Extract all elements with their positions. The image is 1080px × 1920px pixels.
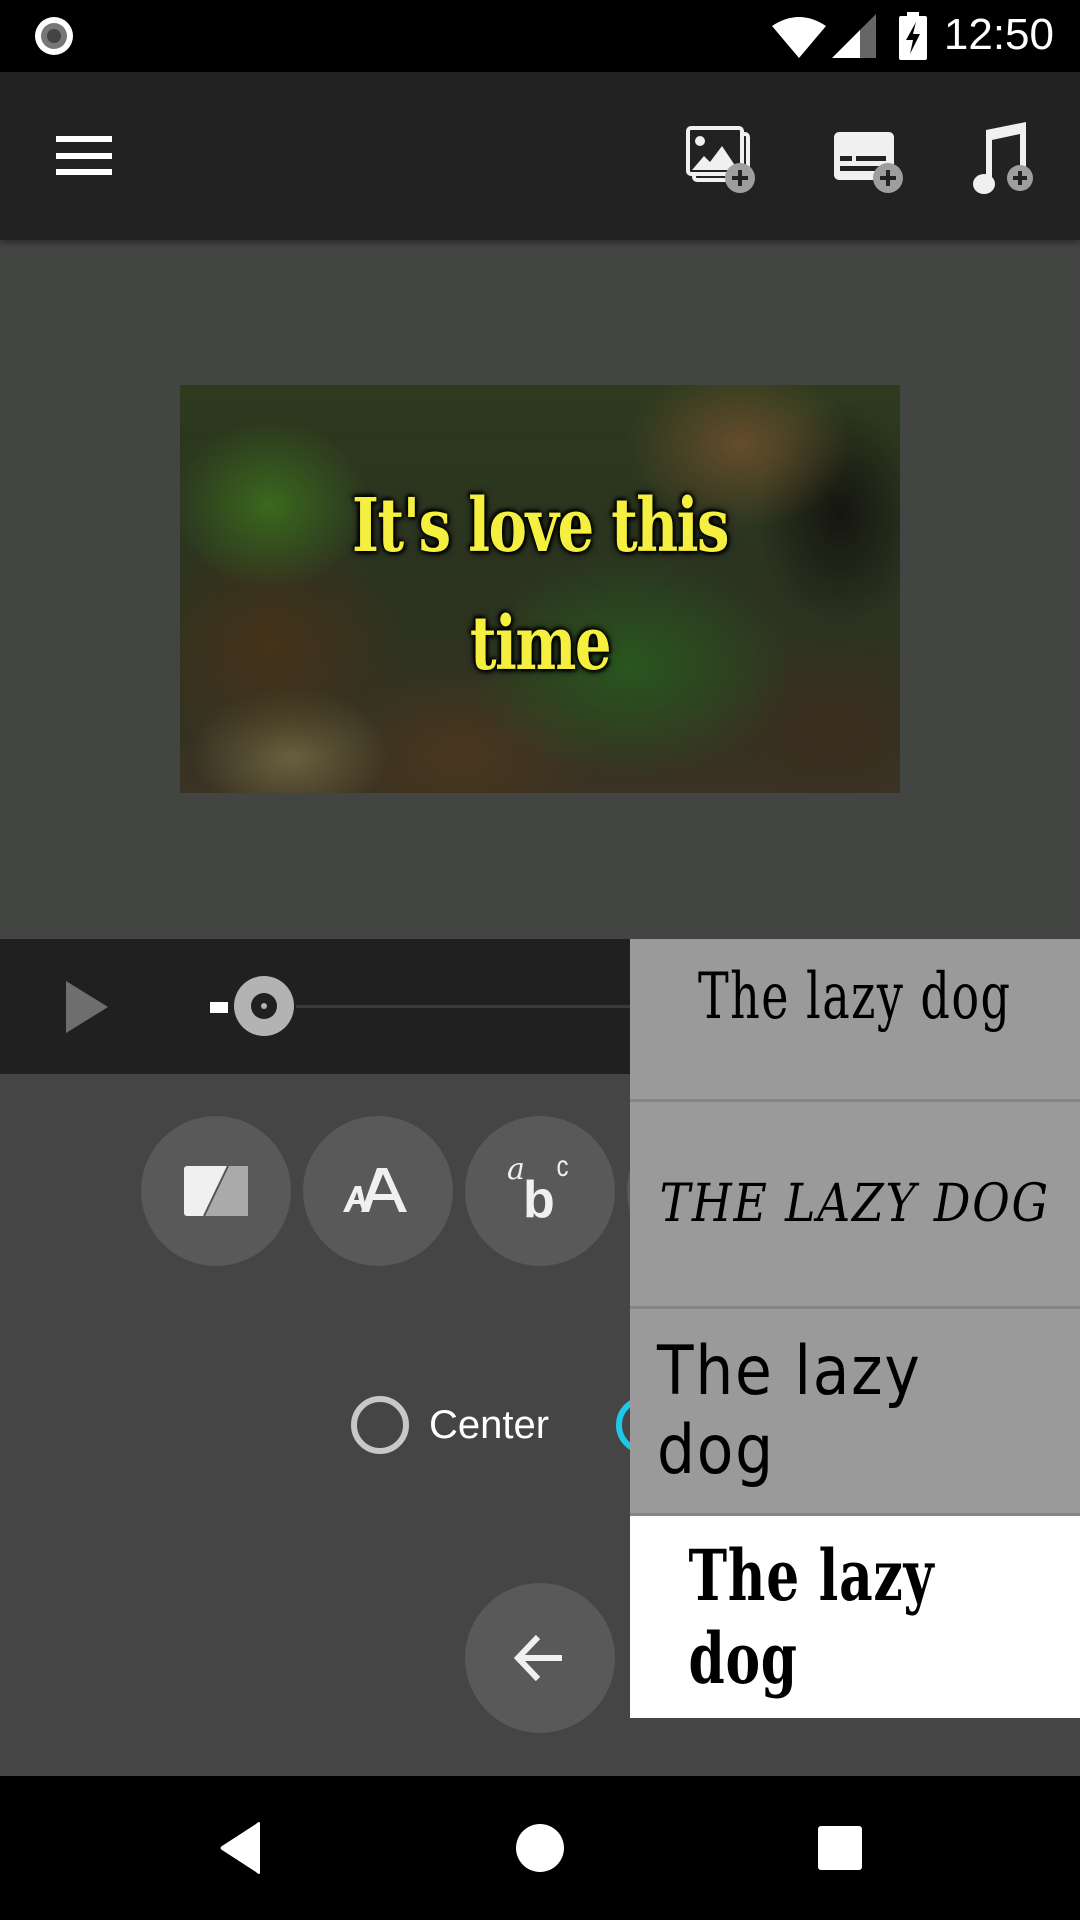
color-split-icon: [184, 1166, 248, 1216]
radio-label-center: Center: [429, 1402, 550, 1447]
font-sample: THE LAZY DOG: [659, 1174, 1051, 1234]
text-size-button[interactable]: [303, 1116, 453, 1266]
font-option-4-selected[interactable]: The lazy dog: [630, 1516, 1080, 1718]
font-sample: The lazy dog: [688, 1534, 935, 1700]
color-style-button[interactable]: [141, 1116, 291, 1266]
caption-line-2: time: [469, 601, 612, 687]
nav-back-button[interactable]: [200, 1816, 280, 1880]
font-sample: The lazy dog: [698, 960, 1012, 1034]
add-music-button[interactable]: [964, 116, 1048, 200]
font-option-3[interactable]: The lazy dog: [630, 1309, 1080, 1516]
subtitle-caption[interactable]: It's love this time: [259, 467, 821, 703]
toolbar: [0, 72, 1080, 240]
glyph-c: c: [556, 1150, 569, 1183]
record-notification-icon: [35, 17, 73, 55]
seek-start-marker: [210, 1002, 228, 1013]
video-preview-area: It's love this time: [0, 240, 1080, 939]
add-subtitle-icon: [834, 132, 903, 193]
status-bar: 12:50: [0, 0, 1080, 72]
font-option-1[interactable]: The lazy dog: [630, 939, 1080, 1102]
back-button[interactable]: [465, 1583, 615, 1733]
font-abc-icon: a b c: [505, 1150, 575, 1229]
wifi-icon: [772, 17, 826, 58]
align-center-radio[interactable]: Center: [351, 1396, 549, 1454]
app-root: 12:50 It's love this time a b c Center T…: [0, 0, 1080, 1920]
glyph-b: b: [523, 1171, 555, 1229]
nav-home-button[interactable]: [500, 1816, 580, 1880]
font-sample: The lazy dog: [657, 1332, 922, 1490]
text-size-icon: [343, 1168, 407, 1212]
menu-button[interactable]: [40, 116, 128, 196]
arrow-left-icon: [513, 1634, 562, 1682]
play-icon: [66, 981, 108, 1033]
font-option-2[interactable]: THE LAZY DOG: [630, 1102, 1080, 1309]
hamburger-menu-icon: [56, 136, 112, 175]
status-time: 12:50: [943, 10, 1054, 59]
battery-charging-icon: [899, 12, 927, 60]
caption-line-1: It's love this: [352, 483, 729, 569]
recents-icon: [818, 1826, 862, 1870]
add-subtitle-button[interactable]: [826, 120, 910, 200]
radio-circle-unchecked: [351, 1396, 409, 1454]
home-icon: [516, 1824, 564, 1872]
font-button[interactable]: a b c: [465, 1116, 615, 1266]
back-icon: [220, 1822, 260, 1874]
seek-slider-thumb[interactable]: [234, 976, 294, 1036]
add-music-icon: [973, 122, 1033, 194]
add-image-icon: [686, 126, 755, 193]
video-preview[interactable]: It's love this time: [180, 385, 900, 793]
play-button[interactable]: [60, 975, 116, 1039]
system-nav-bar: [0, 1776, 1080, 1920]
add-image-button[interactable]: [680, 120, 764, 200]
cellular-signal-icon: [832, 14, 876, 58]
font-picker-panel[interactable]: The lazy dog THE LAZY DOG The lazy dog T…: [630, 939, 1080, 1718]
nav-recents-button[interactable]: [800, 1816, 880, 1880]
